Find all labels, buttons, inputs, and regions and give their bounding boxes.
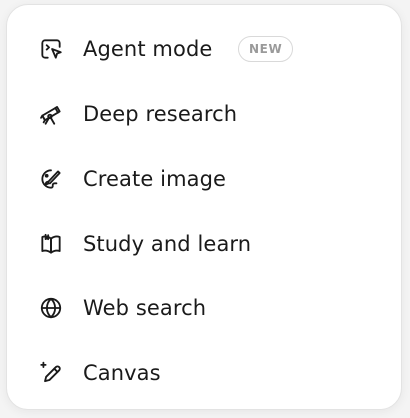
open-book-icon xyxy=(37,230,65,258)
menu-item-label: Canvas xyxy=(83,361,161,385)
agent-cursor-icon xyxy=(37,35,65,63)
menu-item-web-search[interactable]: Web search xyxy=(7,282,401,334)
telescope-icon xyxy=(37,100,65,128)
globe-icon xyxy=(37,294,65,322)
menu-item-create-image[interactable]: Create image xyxy=(7,153,401,205)
menu-item-label: Create image xyxy=(83,167,227,191)
menu-item-study-and-learn[interactable]: Study and learn xyxy=(7,218,401,270)
menu-item-deep-research[interactable]: Deep research xyxy=(7,88,401,140)
menu-item-label: Web search xyxy=(83,296,207,320)
tools-menu: Agent mode NEW Deep research Create imag… xyxy=(6,4,402,410)
new-badge: NEW xyxy=(238,36,294,62)
palette-icon xyxy=(37,165,65,193)
pencil-sparkle-icon xyxy=(37,359,65,387)
menu-item-label: Deep research xyxy=(83,102,238,126)
menu-item-label: Study and learn xyxy=(83,232,252,256)
menu-item-canvas[interactable]: Canvas xyxy=(7,347,401,399)
menu-item-agent-mode[interactable]: Agent mode NEW xyxy=(7,23,401,75)
menu-item-label: Agent mode xyxy=(83,37,213,61)
